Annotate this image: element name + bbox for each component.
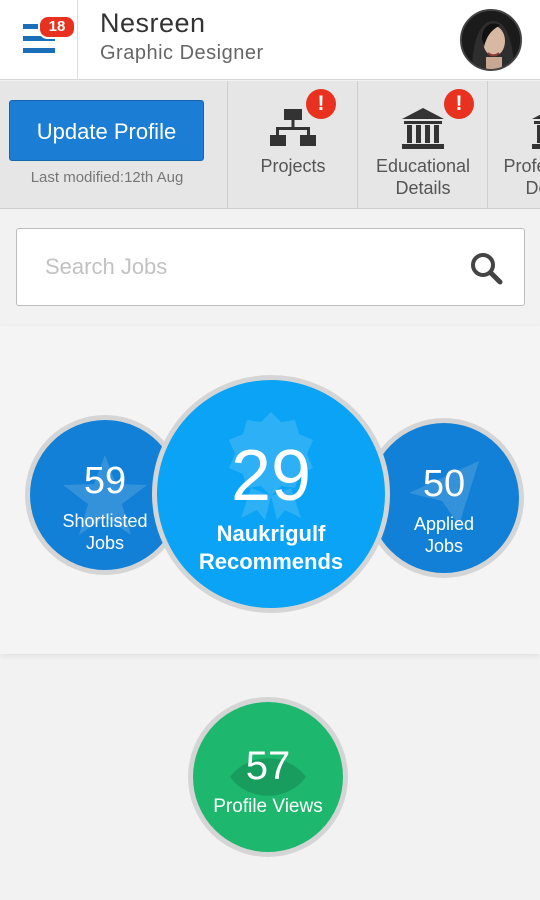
user-name: Nesreen bbox=[100, 8, 206, 38]
avatar-photo bbox=[462, 11, 520, 69]
alert-icon: ! bbox=[306, 89, 336, 119]
tile-professional-details[interactable]: Professional Details bbox=[488, 81, 540, 208]
applied-label: Applied Jobs bbox=[369, 513, 519, 557]
user-title: Graphic Designer bbox=[100, 42, 264, 64]
menu-bar bbox=[23, 48, 55, 53]
institution-icon bbox=[532, 114, 540, 149]
tile-projects[interactable]: ! Projects bbox=[228, 81, 358, 208]
tile-label: Educational Details bbox=[358, 155, 488, 199]
profile-views-count: 57 bbox=[245, 744, 291, 788]
tile-label: Professional Details bbox=[488, 155, 540, 199]
app-header: 18 Nesreen Graphic Designer bbox=[0, 0, 540, 80]
search-box bbox=[16, 228, 525, 306]
applied-count: 50 bbox=[422, 463, 466, 505]
applied-label-line2: Jobs bbox=[424, 536, 464, 556]
recommends-count: 29 bbox=[230, 436, 312, 516]
tile-educational-details[interactable]: ! Educational Details bbox=[358, 81, 488, 208]
recommends-circle[interactable]: 29 Naukrigulf Recommends bbox=[152, 375, 390, 613]
update-profile-button[interactable]: Update Profile bbox=[9, 100, 204, 161]
recommends-label: Naukrigulf Recommends bbox=[157, 520, 385, 576]
last-modified-text: Last modified:12th Aug bbox=[30, 169, 184, 186]
profile-views-label: Profile Views bbox=[213, 796, 323, 817]
profile-views-circle[interactable]: 57 Profile Views bbox=[188, 697, 348, 857]
recommends-label-line2: Recommends bbox=[198, 549, 344, 574]
search-input[interactable] bbox=[17, 229, 457, 305]
update-profile-cell: Update Profile Last modified:12th Aug bbox=[0, 81, 228, 208]
tile-label-text: Professional Details bbox=[503, 156, 540, 198]
institution-icon bbox=[402, 108, 444, 149]
recommends-label-line1: Naukrigulf bbox=[216, 521, 326, 546]
tile-label-text: Educational Details bbox=[375, 156, 471, 198]
tile-label: Projects bbox=[260, 156, 326, 176]
menu-button[interactable]: 18 bbox=[0, 0, 78, 80]
profile-avatar[interactable] bbox=[460, 9, 522, 71]
profile-completion-strip: Update Profile Last modified:12th Aug ! … bbox=[0, 81, 540, 209]
applied-label-line1: Applied bbox=[413, 514, 475, 534]
notification-badge: 18 bbox=[38, 15, 76, 39]
alert-icon: ! bbox=[444, 89, 474, 119]
search-icon[interactable] bbox=[469, 251, 503, 285]
